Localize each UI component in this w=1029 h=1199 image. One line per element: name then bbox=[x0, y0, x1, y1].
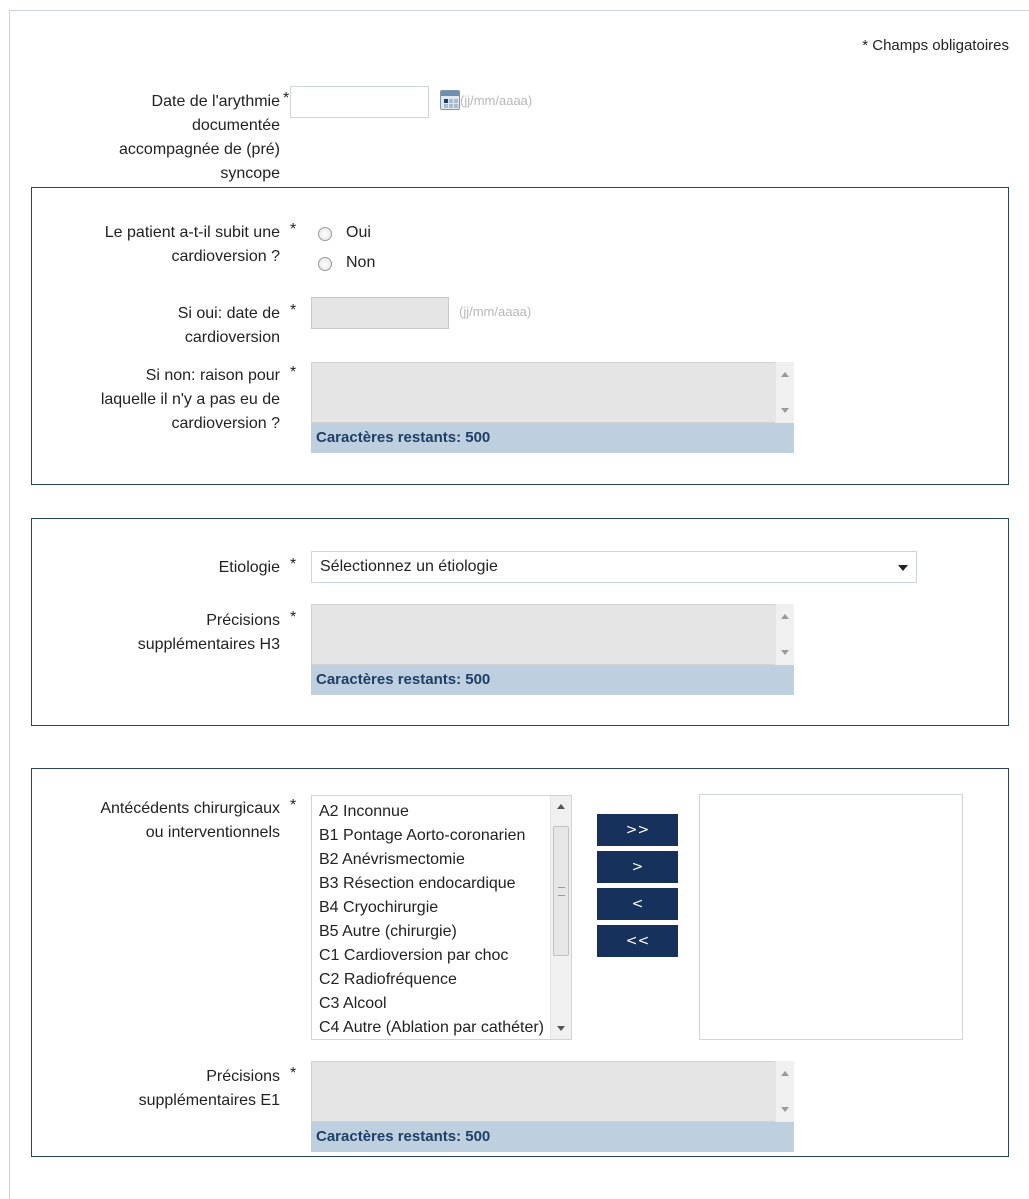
scroll-down-icon[interactable] bbox=[557, 1026, 565, 1031]
chars-remaining-counter: Caractères restants: 500 bbox=[311, 1122, 794, 1152]
details-e1-label: Précisions supplémentaires E1 bbox=[138, 1068, 280, 1109]
cardioversion-question-label: Le patient a-t-il subit une cardioversio… bbox=[104, 224, 280, 265]
required-star: * bbox=[290, 364, 297, 381]
scroll-thumb[interactable] bbox=[553, 826, 569, 956]
list-item[interactable]: B3 Résection endocardique bbox=[312, 872, 547, 896]
calendar-icon[interactable] bbox=[440, 90, 460, 110]
required-star: * bbox=[290, 302, 297, 319]
radio-non-label: Non bbox=[346, 254, 376, 271]
scroll-up-icon bbox=[781, 1071, 789, 1076]
surgical-history-source-list[interactable]: A2 Inconnue B1 Pontage Aorto-coronarien … bbox=[311, 795, 572, 1040]
date-format-hint: (jj/mm/aaaa) bbox=[460, 93, 533, 108]
cardioversion-date-input[interactable] bbox=[311, 297, 449, 329]
scroll-down-icon bbox=[781, 408, 789, 413]
textarea-scrollbar[interactable] bbox=[775, 1061, 794, 1122]
list-item[interactable]: C3 Alcool bbox=[312, 992, 547, 1016]
remove-selected-button[interactable]: < bbox=[597, 888, 678, 920]
required-star: * bbox=[290, 221, 297, 238]
scroll-down-icon bbox=[781, 1107, 789, 1112]
list-item[interactable]: C2 Radiofréquence bbox=[312, 968, 547, 992]
details-e1-field: Caractères restants: 500 bbox=[311, 1061, 794, 1152]
no-cardioversion-reason-label: Si non: raison pour laquelle il n'y a pa… bbox=[100, 367, 280, 432]
scroll-down-icon bbox=[781, 650, 789, 655]
textarea-scrollbar[interactable] bbox=[775, 604, 794, 665]
grip-icon bbox=[558, 887, 565, 896]
radio-oui-label: Oui bbox=[346, 224, 371, 241]
required-star: * bbox=[290, 556, 297, 573]
scroll-up-icon bbox=[781, 614, 789, 619]
surgical-history-selected-list[interactable] bbox=[699, 794, 963, 1040]
list-item[interactable]: A2 Inconnue bbox=[312, 800, 547, 824]
date-format-hint: (jj/mm/aaaa) bbox=[459, 304, 532, 319]
arrhythmia-date-input[interactable] bbox=[290, 86, 429, 118]
list-item[interactable]: B4 Cryochirurgie bbox=[312, 896, 547, 920]
no-cardioversion-reason-textarea[interactable] bbox=[311, 362, 794, 423]
details-h3-field: Caractères restants: 500 bbox=[311, 604, 794, 695]
arrhythmia-date-label: Date de l'arythmie documentée accompagné… bbox=[119, 93, 280, 182]
add-all-button[interactable]: >> bbox=[597, 814, 678, 846]
etiology-select[interactable]: Sélectionnez un étiologie bbox=[311, 551, 917, 583]
radio-oui[interactable] bbox=[318, 227, 332, 241]
scroll-up-icon[interactable] bbox=[557, 804, 565, 809]
details-h3-label: Précisions supplémentaires H3 bbox=[137, 612, 280, 653]
chevron-down-icon bbox=[898, 565, 908, 571]
cardioversion-date-label: Si oui: date de cardioversion bbox=[177, 305, 280, 346]
chars-remaining-counter: Caractères restants: 500 bbox=[311, 665, 794, 695]
chars-remaining-counter: Caractères restants: 500 bbox=[311, 423, 794, 453]
radio-non[interactable] bbox=[318, 257, 332, 271]
list-item[interactable]: B2 Anévrismectomie bbox=[312, 848, 547, 872]
no-cardioversion-reason-field: Caractères restants: 500 bbox=[311, 362, 794, 453]
list-options: A2 Inconnue B1 Pontage Aorto-coronarien … bbox=[312, 796, 571, 1039]
etiology-label: Etiologie bbox=[218, 559, 280, 576]
list-item[interactable]: B1 Pontage Aorto-coronarien bbox=[312, 824, 547, 848]
list-scrollbar[interactable] bbox=[550, 796, 571, 1039]
remove-all-button[interactable]: << bbox=[597, 925, 678, 957]
required-fields-note: * Champs obligatoires bbox=[862, 37, 1009, 54]
list-item[interactable]: C4 Autre (Ablation par cathéter) bbox=[312, 1016, 547, 1039]
surgical-history-label: Antécédents chirurgicaux ou intervention… bbox=[100, 800, 280, 841]
required-star: * bbox=[290, 1065, 297, 1082]
scroll-up-icon bbox=[781, 372, 789, 377]
etiology-select-value: Sélectionnez un étiologie bbox=[320, 558, 498, 575]
list-item[interactable]: C1 Cardioversion par choc bbox=[312, 944, 547, 968]
details-h3-textarea[interactable] bbox=[311, 604, 794, 665]
list-item[interactable]: B5 Autre (chirurgie) bbox=[312, 920, 547, 944]
add-selected-button[interactable]: > bbox=[597, 851, 678, 883]
required-star: * bbox=[283, 90, 290, 107]
details-e1-textarea[interactable] bbox=[311, 1061, 794, 1122]
required-star: * bbox=[290, 797, 297, 814]
required-star: * bbox=[290, 609, 297, 626]
textarea-scrollbar[interactable] bbox=[775, 362, 794, 423]
